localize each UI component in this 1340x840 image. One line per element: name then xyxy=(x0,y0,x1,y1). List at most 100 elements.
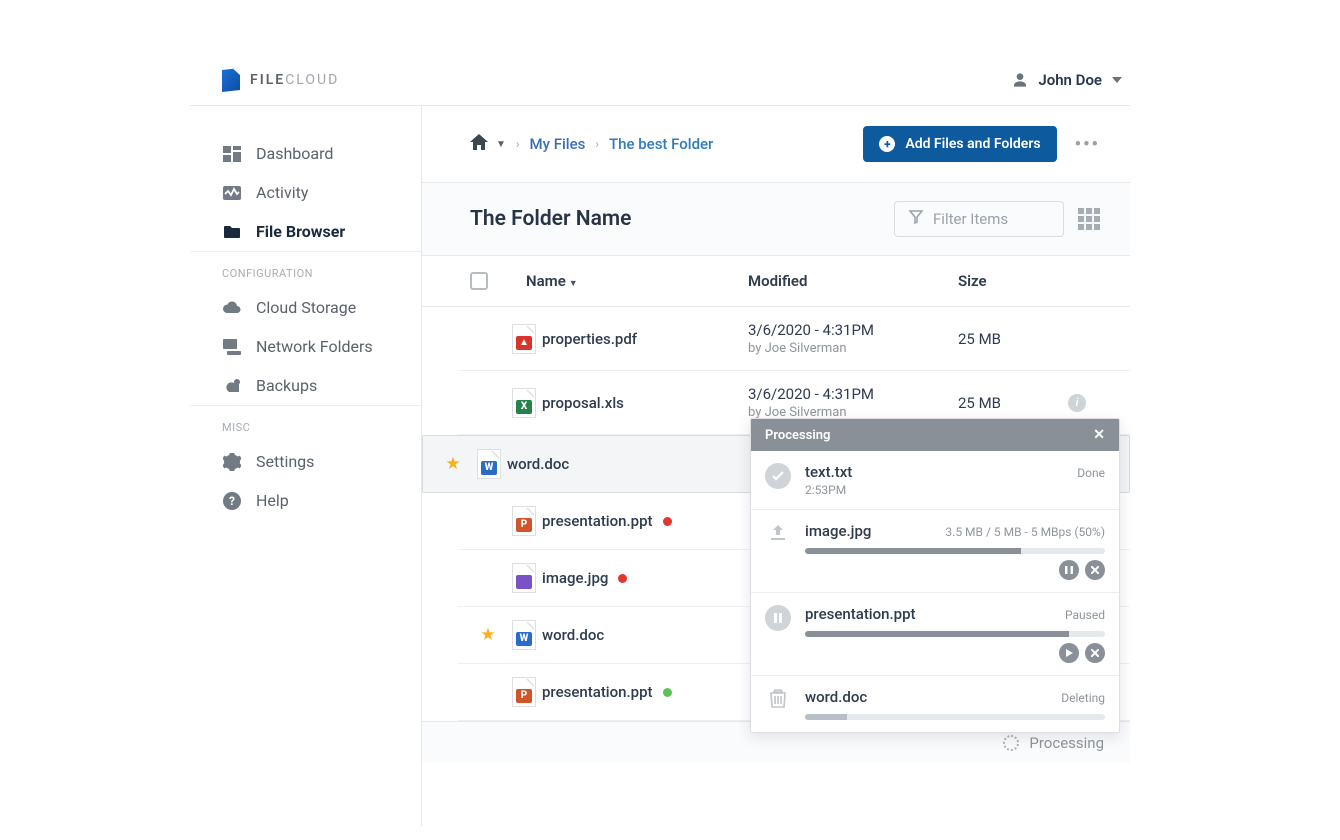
sidebar-item-label: Backups xyxy=(256,376,317,395)
brand-logo[interactable]: FILECLOUD xyxy=(222,69,339,91)
pause-circle-icon xyxy=(765,605,791,631)
file-name: properties.pdf xyxy=(542,330,748,348)
activity-icon xyxy=(222,184,242,202)
file-type-icon: W xyxy=(513,621,535,649)
processing-header: Processing ✕ xyxy=(751,419,1119,451)
star-icon[interactable]: ★ xyxy=(445,454,460,474)
home-icon[interactable] xyxy=(470,134,488,154)
sidebar-item-help[interactable]: ? Help xyxy=(190,481,421,520)
file-name: presentation.ppt xyxy=(542,512,748,530)
sidebar-item-label: Cloud Storage xyxy=(256,298,356,317)
sort-caret-icon: ▼ xyxy=(569,279,578,289)
file-modified: 3/6/2020 - 4:31PMby Joe Silverman xyxy=(748,321,958,356)
sidebar-item-label: Network Folders xyxy=(256,337,373,356)
processing-item: text.txtDone2:53PM xyxy=(751,451,1119,510)
filter-input[interactable]: Filter Items xyxy=(894,201,1064,237)
sidebar-item-label: Help xyxy=(256,491,289,510)
sidebar-item-cloud-storage[interactable]: Cloud Storage xyxy=(190,288,421,327)
processing-item: image.jpg3.5 MB / 5 MB - 5 MBps (50%) xyxy=(751,510,1119,593)
chevron-right-icon: › xyxy=(516,137,520,151)
file-type-icon: W xyxy=(478,450,500,478)
sidebar-section-configuration: CONFIGURATION xyxy=(190,251,421,288)
upload-icon xyxy=(765,522,791,542)
brand-text: FILECLOUD xyxy=(250,72,339,88)
check-circle-icon xyxy=(765,463,791,489)
file-size: 25 MB xyxy=(958,330,1068,348)
file-name: image.jpg xyxy=(542,569,748,587)
main-content: ▼ › My Files › The best Folder + Add Fil… xyxy=(422,106,1130,826)
sidebar-item-label: Dashboard xyxy=(256,144,333,163)
user-menu[interactable]: John Doe xyxy=(1012,71,1122,89)
page-title: The Folder Name xyxy=(470,207,631,231)
cancel-button[interactable] xyxy=(1085,560,1105,580)
sidebar-item-file-browser[interactable]: File Browser xyxy=(190,212,421,251)
chevron-right-icon: › xyxy=(595,137,599,151)
file-type-icon: P xyxy=(513,678,535,706)
network-icon xyxy=(222,338,242,356)
backup-icon xyxy=(222,377,242,395)
progress-bar xyxy=(805,548,1105,554)
help-icon: ? xyxy=(222,492,242,510)
sidebar-item-label: Settings xyxy=(256,452,314,471)
breadcrumb: ▼ › My Files › The best Folder xyxy=(470,134,713,154)
file-type-icon: X xyxy=(513,389,535,417)
progress-bar xyxy=(805,631,1105,637)
sidebar-item-settings[interactable]: Settings xyxy=(190,442,421,481)
sidebar-item-activity[interactable]: Activity xyxy=(190,173,421,212)
sidebar-item-backups[interactable]: Backups xyxy=(190,366,421,405)
table-row[interactable]: ▲ properties.pdf 3/6/2020 - 4:31PMby Joe… xyxy=(458,307,1130,371)
svg-text:?: ? xyxy=(229,494,235,508)
dashboard-icon xyxy=(222,145,242,163)
status-dot-icon xyxy=(663,688,672,697)
sidebar-item-network-folders[interactable]: Network Folders xyxy=(190,327,421,366)
select-all-checkbox[interactable] xyxy=(470,272,488,290)
table-header: Name▼ Modified Size xyxy=(422,256,1130,307)
gear-icon xyxy=(222,453,242,471)
file-name: presentation.ppt xyxy=(542,683,748,701)
star-icon[interactable]: ★ xyxy=(480,625,495,645)
folder-icon xyxy=(222,223,242,241)
filter-icon xyxy=(909,210,923,228)
add-files-folders-button[interactable]: + Add Files and Folders xyxy=(863,126,1056,162)
column-header-size[interactable]: Size xyxy=(958,272,1068,290)
file-name: word.doc xyxy=(507,455,747,473)
column-header-modified[interactable]: Modified xyxy=(748,272,958,290)
app-frame: FILECLOUD John Doe Dashboard Activity xyxy=(190,54,1130,826)
info-icon[interactable]: i xyxy=(1068,394,1086,412)
cloud-icon xyxy=(222,299,242,317)
file-modified: 3/6/2020 - 4:31PMby Joe Silverman xyxy=(748,385,958,420)
breadcrumb-dropdown-icon[interactable]: ▼ xyxy=(496,139,506,150)
trash-icon xyxy=(765,688,791,708)
processing-item: presentation.pptPaused xyxy=(751,593,1119,676)
user-icon xyxy=(1012,72,1028,88)
filecloud-logo-icon xyxy=(222,68,240,92)
status-text: Processing xyxy=(1029,734,1104,752)
user-name: John Doe xyxy=(1038,71,1102,89)
close-icon[interactable]: ✕ xyxy=(1093,427,1105,443)
breadcrumb-current[interactable]: The best Folder xyxy=(609,135,713,153)
plus-circle-icon: + xyxy=(879,136,895,152)
progress-bar xyxy=(805,714,1105,720)
chevron-down-icon xyxy=(1112,77,1122,83)
file-type-icon xyxy=(513,564,535,592)
processing-item: word.docDeleting xyxy=(751,676,1119,732)
resume-button[interactable] xyxy=(1059,643,1079,663)
status-dot-icon xyxy=(663,517,672,526)
processing-panel: Processing ✕ text.txtDone2:53PMimage.jpg… xyxy=(750,418,1120,733)
column-header-name[interactable]: Name▼ xyxy=(526,272,748,290)
grid-view-button[interactable] xyxy=(1078,208,1100,230)
spinner-icon xyxy=(1003,735,1019,751)
title-bar: The Folder Name Filter Items xyxy=(422,183,1130,256)
status-dot-icon xyxy=(618,574,627,583)
top-header: FILECLOUD John Doe xyxy=(190,54,1130,106)
sidebar-section-misc: MISC xyxy=(190,405,421,442)
pause-button[interactable] xyxy=(1059,560,1079,580)
cancel-button[interactable] xyxy=(1085,643,1105,663)
sidebar: Dashboard Activity File Browser CONFIGUR… xyxy=(190,106,422,826)
breadcrumb-my-files[interactable]: My Files xyxy=(530,135,586,153)
sidebar-item-dashboard[interactable]: Dashboard xyxy=(190,134,421,173)
sidebar-item-label: Activity xyxy=(256,183,308,202)
more-options-button[interactable]: ••• xyxy=(1075,134,1100,155)
breadcrumb-bar: ▼ › My Files › The best Folder + Add Fil… xyxy=(422,106,1130,183)
file-name: proposal.xls xyxy=(542,394,748,412)
